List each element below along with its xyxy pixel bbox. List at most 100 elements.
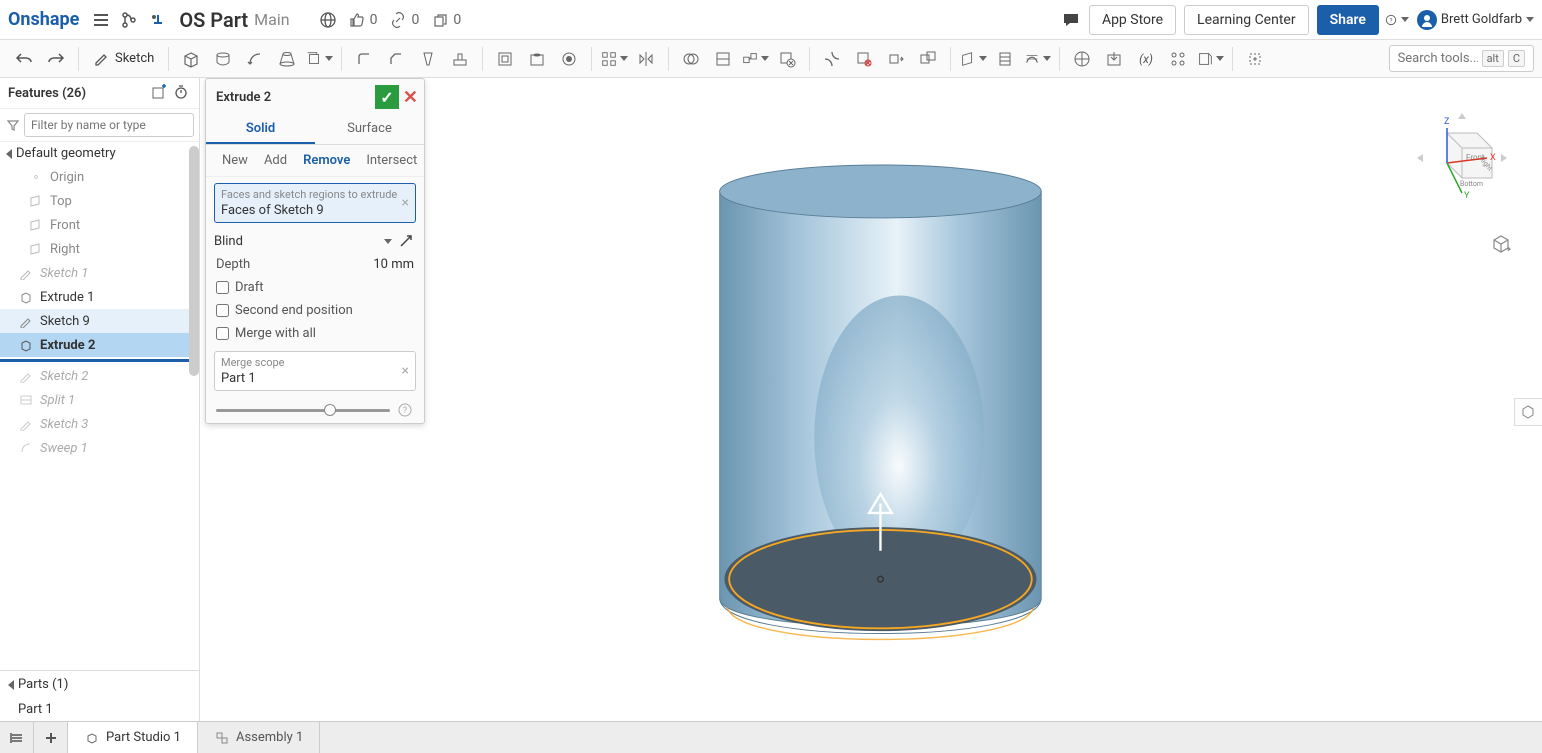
part-item[interactable]: Part 1	[0, 698, 199, 721]
split-tool[interactable]	[709, 45, 737, 73]
share-button[interactable]: Share	[1317, 5, 1379, 35]
move-face-tool[interactable]	[882, 45, 910, 73]
thicken-tool[interactable]	[305, 45, 333, 73]
direction-icon[interactable]	[398, 233, 416, 249]
custom-feature-tool[interactable]	[1241, 45, 1269, 73]
feature-sketch-3[interactable]: Sketch 3	[0, 412, 199, 436]
loft-tool[interactable]	[273, 45, 301, 73]
plane-tool[interactable]	[959, 45, 987, 73]
import-tool[interactable]	[1100, 45, 1128, 73]
add-tab-button[interactable]	[34, 722, 68, 753]
hollow-tool[interactable]	[555, 45, 583, 73]
user-menu[interactable]: Brett Goldfarb	[1417, 10, 1534, 30]
origin-item[interactable]: ◦Origin	[0, 165, 199, 189]
clear-icon[interactable]: ×	[402, 195, 409, 211]
feature-split-1[interactable]: Split 1	[0, 388, 199, 412]
merge-all-checkbox[interactable]	[216, 327, 229, 340]
redo-button[interactable]	[42, 45, 70, 73]
parts-header[interactable]: Parts (1)	[0, 671, 199, 698]
tabs-manager-button[interactable]	[0, 722, 34, 753]
end-type-select[interactable]: Blind	[206, 229, 424, 253]
render-mode-button[interactable]	[1490, 233, 1512, 255]
tab-surface[interactable]: Surface	[315, 115, 424, 144]
filter-icon[interactable]	[6, 118, 20, 132]
slider-thumb[interactable]	[324, 404, 336, 416]
op-remove[interactable]: Remove	[295, 151, 358, 170]
search-input[interactable]	[1398, 51, 1478, 66]
app-store-button[interactable]: App Store	[1089, 5, 1176, 35]
menu-icon[interactable]	[89, 8, 113, 32]
stopwatch-icon[interactable]	[173, 84, 191, 102]
mirror-tool[interactable]	[632, 45, 660, 73]
top-plane-item[interactable]: Top	[0, 189, 199, 213]
fillet-tool[interactable]	[350, 45, 378, 73]
learning-center-button[interactable]: Learning Center	[1184, 5, 1309, 35]
op-add[interactable]: Add	[256, 151, 295, 170]
rollback-bar[interactable]	[0, 359, 199, 362]
draft-checkbox[interactable]	[216, 281, 229, 294]
feature-sketch-9[interactable]: Sketch 9	[0, 309, 199, 333]
feature-sketch-2[interactable]: Sketch 2	[0, 364, 199, 388]
tab-solid[interactable]: Solid	[206, 115, 315, 144]
links-stat[interactable]: 0	[389, 11, 419, 29]
merge-scope-field[interactable]: Merge scope Part 1 ×	[214, 351, 416, 391]
pattern-tool[interactable]	[600, 45, 628, 73]
help-icon[interactable]: ?	[1385, 8, 1409, 32]
shell-tool[interactable]	[491, 45, 519, 73]
globe-icon[interactable]	[316, 8, 340, 32]
scrollbar-thumb[interactable]	[189, 146, 199, 376]
feature-extrude-2[interactable]: Extrude 2	[0, 333, 199, 357]
cancel-button[interactable]: ✕	[403, 87, 418, 108]
assembly-side-button[interactable]	[1514, 398, 1542, 426]
sheet-metal-tool[interactable]	[1196, 45, 1224, 73]
undo-button[interactable]	[10, 45, 38, 73]
op-intersect[interactable]: Intersect	[358, 151, 425, 170]
tab-part-studio[interactable]: Part Studio 1	[68, 722, 198, 753]
default-geometry-group[interactable]: Default geometry	[0, 142, 199, 165]
delete-face-tool[interactable]	[850, 45, 878, 73]
faces-field[interactable]: Faces and sketch regions to extrude Face…	[214, 183, 416, 223]
boolean-tool[interactable]	[677, 45, 705, 73]
configure-tool[interactable]	[1164, 45, 1192, 73]
comments-icon[interactable]	[1059, 8, 1083, 32]
revolve-tool[interactable]	[209, 45, 237, 73]
curve-tool[interactable]	[1023, 45, 1051, 73]
branch-label[interactable]: Main	[254, 10, 289, 29]
copies-stat[interactable]: 0	[431, 11, 461, 29]
likes-stat[interactable]: 0	[348, 11, 378, 29]
right-plane-item[interactable]: Right	[0, 237, 199, 261]
sketch-button[interactable]: Sketch	[85, 46, 162, 72]
add-feature-icon[interactable]	[151, 84, 169, 102]
modify-fillet-tool[interactable]	[818, 45, 846, 73]
section-tool[interactable]	[1068, 45, 1096, 73]
view-cube[interactable]: Front Right Bottom Z X Y	[1412, 108, 1512, 208]
helix-tool[interactable]	[991, 45, 1019, 73]
tab-assembly[interactable]: Assembly 1	[198, 722, 320, 753]
rib-tool[interactable]	[446, 45, 474, 73]
opacity-slider[interactable]	[216, 409, 390, 412]
insert-icon[interactable]	[145, 8, 169, 32]
front-plane-item[interactable]: Front	[0, 213, 199, 237]
replace-face-tool[interactable]	[914, 45, 942, 73]
chamfer-tool[interactable]	[382, 45, 410, 73]
feature-extrude-1[interactable]: Extrude 1	[0, 285, 199, 309]
logo[interactable]: Onshape	[8, 9, 79, 30]
draft-tool[interactable]	[414, 45, 442, 73]
hole-tool[interactable]	[523, 45, 551, 73]
op-new[interactable]: New	[214, 151, 256, 170]
second-end-checkbox[interactable]	[216, 304, 229, 317]
filter-input[interactable]	[24, 113, 194, 137]
document-title[interactable]: OS Part	[179, 8, 248, 32]
clear-icon[interactable]: ×	[402, 363, 409, 379]
confirm-button[interactable]: ✓	[375, 85, 399, 109]
extrude-tool[interactable]	[177, 45, 205, 73]
depth-value[interactable]: 10 mm	[373, 257, 414, 272]
feature-sketch-1[interactable]: Sketch 1	[0, 261, 199, 285]
transform-tool[interactable]	[741, 45, 769, 73]
branch-icon[interactable]	[117, 8, 141, 32]
help-icon[interactable]: ?	[398, 403, 414, 417]
variable-tool[interactable]: (x)	[1132, 45, 1160, 73]
feature-sweep-1[interactable]: Sweep 1	[0, 436, 199, 460]
delete-part-tool[interactable]	[773, 45, 801, 73]
search-tools[interactable]: alt C	[1389, 45, 1534, 72]
